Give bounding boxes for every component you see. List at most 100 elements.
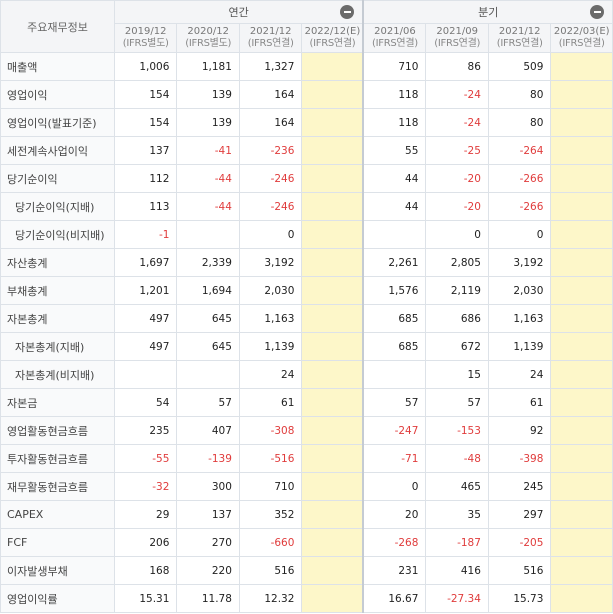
quarterly-value-cell: 3,192 xyxy=(487,248,552,277)
annual-value-cell: 139 xyxy=(176,80,240,109)
period-basis: (IFRS연결) xyxy=(309,38,356,49)
annual-value-cell: -41 xyxy=(176,136,240,165)
quarterly-value-cell: 57 xyxy=(362,388,427,417)
annual-value-cell xyxy=(301,136,365,165)
annual-period-header: 2020/12 (IFRS별도) xyxy=(176,23,240,53)
quarterly-value-cell xyxy=(550,472,613,501)
quarterly-value-cell: -398 xyxy=(487,444,552,473)
quarterly-value-cell: 0 xyxy=(362,472,427,501)
quarterly-value-cell xyxy=(550,360,613,389)
quarterly-value-cell: 685 xyxy=(362,304,427,333)
row-label: 당기순이익(지배) xyxy=(0,192,115,221)
annual-value-cell xyxy=(301,500,365,529)
period-date: 2021/12 xyxy=(249,26,292,37)
annual-value-cell xyxy=(113,360,178,389)
table-row: 자본총계(지배) 497 645 1,139 685 672 1,139 xyxy=(0,332,613,361)
annual-value-cell: 112 xyxy=(113,164,178,193)
quarterly-value-cell: -25 xyxy=(425,136,489,165)
period-date: 2021/09 xyxy=(436,26,478,37)
quarterly-value-cell: -24 xyxy=(425,80,489,109)
annual-period-header: 2019/12 (IFRS별도) xyxy=(113,23,178,53)
table-row: CAPEX 29 137 352 20 35 297 xyxy=(0,500,613,529)
annual-value-cell: 3,192 xyxy=(238,248,303,277)
annual-value-cell: 24 xyxy=(238,360,303,389)
quarterly-value-cell xyxy=(550,108,613,137)
period-basis: (IFRS연결) xyxy=(434,38,481,49)
quarterly-value-cell: 86 xyxy=(425,52,489,81)
quarterly-value-cell: 2,261 xyxy=(362,248,427,277)
quarterly-value-cell: 2,030 xyxy=(487,276,552,305)
annual-value-cell xyxy=(176,220,240,249)
quarterly-value-cell: 685 xyxy=(362,332,427,361)
quarterly-value-cell: 44 xyxy=(362,164,427,193)
annual-value-cell xyxy=(301,332,365,361)
annual-value-cell xyxy=(301,416,365,445)
quarterly-value-cell: 20 xyxy=(362,500,427,529)
quarterly-value-cell: 1,576 xyxy=(362,276,427,305)
quarterly-value-cell xyxy=(550,248,613,277)
period-date: 2021/12 xyxy=(498,26,541,37)
row-label: 부채총계 xyxy=(0,276,115,305)
quarterly-value-cell: 509 xyxy=(487,52,552,81)
row-label: 영업이익(발표기준) xyxy=(0,108,115,137)
row-label: 이자발생부채 xyxy=(0,556,115,585)
row-label: 자산총계 xyxy=(0,248,115,277)
annual-value-cell xyxy=(301,80,365,109)
table-row: 자산총계 1,697 2,339 3,192 2,261 2,805 3,192 xyxy=(0,248,613,277)
annual-value-cell: 164 xyxy=(238,108,303,137)
quarterly-value-cell xyxy=(550,276,613,305)
quarterly-value-cell: -268 xyxy=(362,528,427,557)
quarterly-value-cell: -20 xyxy=(425,192,489,221)
table-header-label: 주요재무정보 xyxy=(0,0,115,53)
collapse-quarterly-icon[interactable] xyxy=(590,5,604,19)
table-row: 투자활동현금흐름 -55 -139 -516 -71 -48 -398 xyxy=(0,444,613,473)
collapse-annual-icon[interactable] xyxy=(340,5,355,19)
quarterly-value-cell: -266 xyxy=(487,192,552,221)
quarterly-value-cell xyxy=(550,556,613,585)
annual-value-cell: 1,006 xyxy=(113,52,178,81)
period-basis: (IFRS연결) xyxy=(372,38,418,49)
quarterly-value-cell: -264 xyxy=(487,136,552,165)
table-row: FCF 206 270 -660 -268 -187 -205 xyxy=(0,528,613,557)
annual-value-cell: 407 xyxy=(176,416,240,445)
annual-period-header: 2021/12 (IFRS연결) xyxy=(238,23,303,53)
annual-value-cell: 645 xyxy=(176,304,240,333)
quarterly-period-header: 2021/09 (IFRS연결) xyxy=(425,23,489,53)
annual-value-cell xyxy=(301,276,365,305)
annual-value-cell: 1,181 xyxy=(176,52,240,81)
period-date: 2019/12 xyxy=(124,26,167,37)
annual-value-cell xyxy=(301,388,365,417)
row-label: 재무활동현금흐름 xyxy=(0,472,115,501)
annual-value-cell xyxy=(301,220,365,249)
quarterly-value-cell: -48 xyxy=(425,444,489,473)
row-label: 자본총계(지배) xyxy=(0,332,115,361)
quarterly-value-cell xyxy=(550,500,613,529)
table-row: 영업활동현금흐름 235 407 -308 -247 -153 92 xyxy=(0,416,613,445)
quarterly-value-cell: 15.73 xyxy=(487,584,552,613)
quarterly-value-cell xyxy=(550,164,613,193)
annual-value-cell: 1,201 xyxy=(113,276,178,305)
period-date: 2022/12(E) xyxy=(304,26,361,37)
quarterly-group-header: 분기 xyxy=(362,0,613,24)
row-label: 당기순이익 xyxy=(0,164,115,193)
annual-value-cell: 300 xyxy=(176,472,240,501)
annual-value-cell: 137 xyxy=(176,500,240,529)
annual-value-cell: 1,139 xyxy=(238,332,303,361)
quarterly-value-cell xyxy=(362,360,427,389)
annual-value-cell: 206 xyxy=(113,528,178,557)
annual-value-cell: -660 xyxy=(238,528,303,557)
annual-value-cell: 352 xyxy=(238,500,303,529)
annual-value-cell: 154 xyxy=(113,108,178,137)
annual-period-header: 2022/12(E) (IFRS연결) xyxy=(301,23,365,53)
annual-value-cell: 497 xyxy=(113,304,178,333)
row-label: 매출액 xyxy=(0,52,115,81)
annual-value-cell: 220 xyxy=(176,556,240,585)
quarterly-value-cell: 2,805 xyxy=(425,248,489,277)
annual-value-cell: 113 xyxy=(113,192,178,221)
annual-value-cell: 15.31 xyxy=(113,584,178,613)
annual-value-cell: 1,697 xyxy=(113,248,178,277)
quarterly-value-cell: 672 xyxy=(425,332,489,361)
quarterly-value-cell xyxy=(550,80,613,109)
row-label: 자본금 xyxy=(0,388,115,417)
quarterly-value-cell: 80 xyxy=(487,108,552,137)
